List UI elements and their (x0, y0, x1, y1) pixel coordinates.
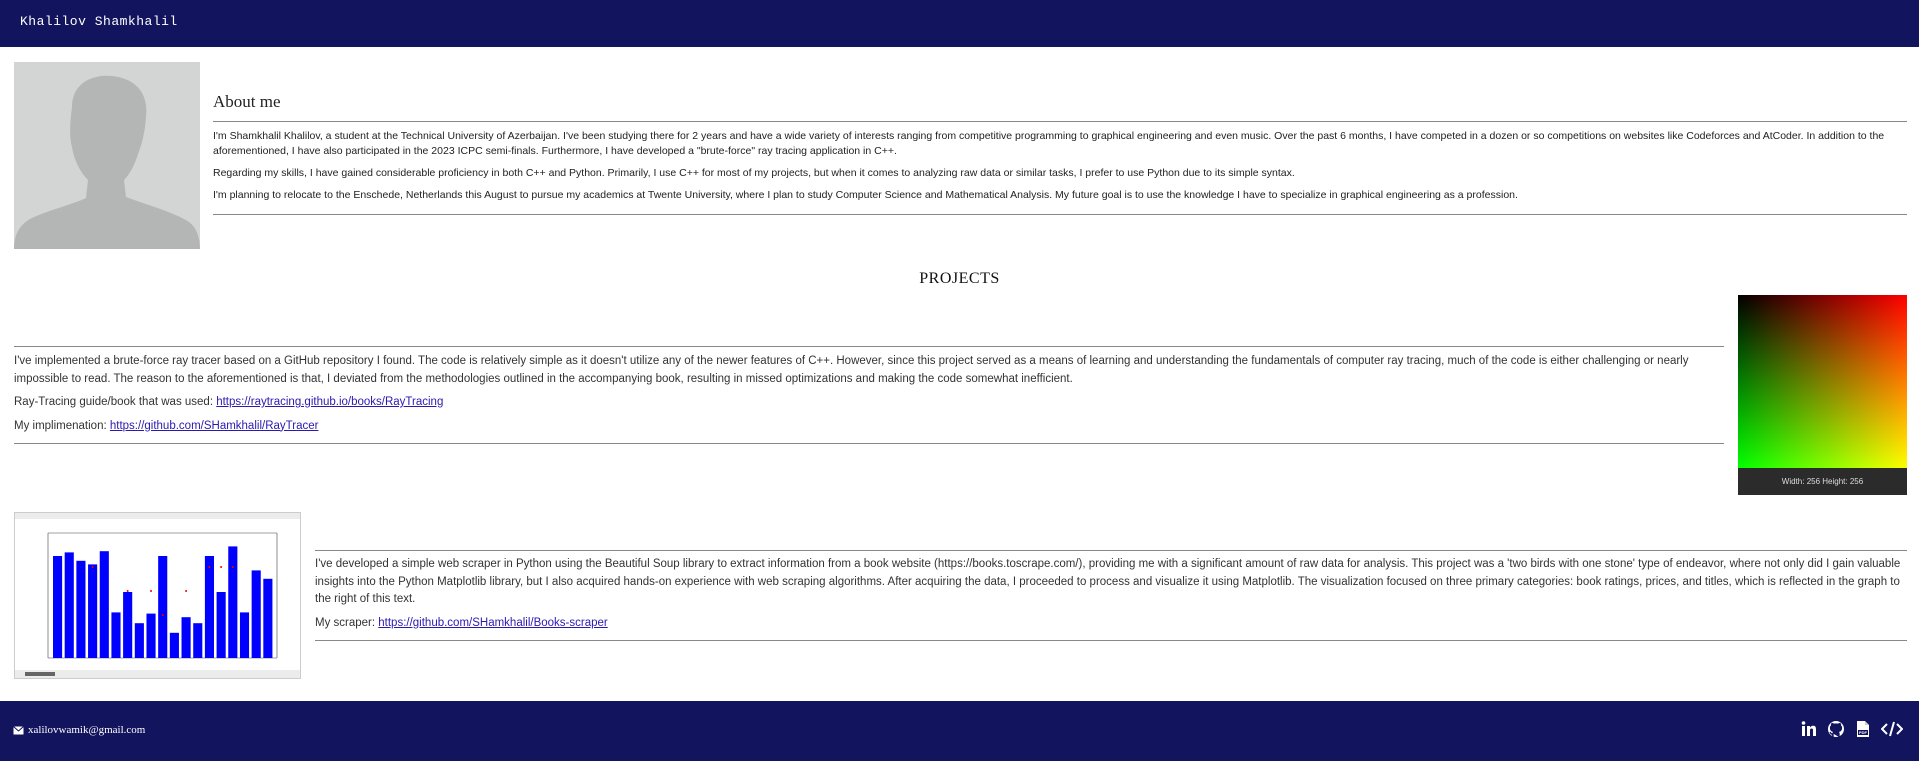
email-text: xalilovwamik@gmail.com (28, 724, 146, 736)
projects-title: PROJECTS (919, 270, 1000, 287)
envelope-icon (13, 725, 24, 734)
about-divider-top (213, 121, 1907, 122)
scraper-chart-image (15, 513, 300, 678)
about-paragraph: Regarding my skills, I have gained consi… (213, 167, 1295, 179)
scraper-description: I've developed a simple web scraper in P… (315, 558, 1901, 605)
screenshot-bar (99, 551, 109, 658)
about-paragraph: I'm Shamkhalil Khalilov, a student at th… (213, 130, 1885, 157)
top-header: Khalilov Shamkhalil (0, 0, 1919, 47)
avatar (14, 62, 200, 249)
avatar-placeholder-icon (14, 75, 200, 249)
about-paragraph: I'm planning to relocate to the Enschede… (213, 189, 1518, 201)
scraper-link[interactable]: https://github.com/SHamkhalil/Books-scra… (378, 617, 607, 629)
linkedin-icon[interactable] (1800, 720, 1818, 738)
email-contact[interactable]: xalilovwamik@gmail.com (13, 724, 145, 736)
guide-link[interactable]: https://raytracing.github.io/books/RayTr… (216, 396, 443, 408)
screenshot-bar (181, 617, 191, 658)
screenshot-bar (123, 592, 133, 658)
impl-label: My implimenation: (14, 419, 110, 432)
screenshot-bar (239, 612, 250, 658)
footer: xalilovwamik@gmail.com PDF (0, 701, 1919, 761)
screenshot-bar (204, 556, 215, 658)
screenshot-bar (53, 556, 63, 658)
site-name: Khalilov Shamkhalil (20, 14, 178, 29)
screenshot-dot (220, 566, 223, 568)
screenshot-dot (126, 590, 129, 592)
impl-link[interactable]: https://github.com/SHamkhalil/RayTracer (110, 420, 319, 432)
screenshot-bar (88, 564, 98, 658)
raytracer-divider-top (14, 346, 1724, 347)
scraper-chart-screenshot (14, 512, 301, 679)
screenshot-bar (193, 623, 203, 658)
code-icon[interactable] (1880, 720, 1904, 738)
screenshot-bar (64, 552, 74, 658)
screenshot-dot (231, 566, 234, 568)
screenshot-bar (158, 556, 168, 658)
about-title: About me (213, 92, 281, 111)
screenshot-dot (91, 566, 94, 568)
raytracer-divider-bottom (14, 443, 1724, 444)
scraper-divider-bottom (315, 640, 1907, 641)
scraper-divider-top (315, 550, 1907, 551)
guide-label: Ray-Tracing guide/book that was used: (14, 396, 217, 408)
screenshot-dot (208, 566, 211, 568)
screenshot-bar (134, 623, 144, 658)
scraper-link-line: My scraper: https://github.com/SHamkhali… (315, 615, 1907, 633)
screenshot-bar (228, 546, 238, 658)
raytracer-guide-line: Ray-Tracing guide/book that was used: ht… (14, 394, 1724, 412)
raytracer-description: I've implemented a brute-force ray trace… (14, 355, 1689, 385)
screenshot-dot (161, 614, 164, 616)
screenshot-bar (251, 570, 261, 658)
screenshot-bar (146, 613, 156, 658)
about-text: I'm Shamkhalil Khalilov, a student at th… (213, 129, 1907, 210)
svg-text:PDF: PDF (1859, 730, 1868, 735)
raytracer-impl-line: My implimenation: https://github.com/SHa… (14, 418, 1724, 436)
raytracer-project: I've implemented a brute-force ray trace… (14, 353, 1724, 441)
screenshot-bar (216, 592, 226, 658)
raytracer-image (1738, 295, 1907, 468)
about-divider-bottom (213, 214, 1907, 215)
pdf-icon[interactable]: PDF (1854, 720, 1872, 738)
screenshot-dot (150, 590, 153, 592)
screenshot-bar (111, 612, 121, 658)
screenshot-dot (185, 590, 188, 592)
raytracer-image-caption: Width: 256 Height: 256 (1738, 468, 1907, 495)
scraper-link-label: My scraper: (315, 616, 379, 629)
social-icons: PDF (1800, 720, 1904, 738)
screenshot-bar (76, 560, 86, 658)
github-icon[interactable] (1827, 720, 1845, 738)
screenshot-bar (169, 632, 179, 658)
screenshot-bar (263, 578, 273, 658)
scraper-project: I've developed a simple web scraper in P… (315, 556, 1907, 638)
